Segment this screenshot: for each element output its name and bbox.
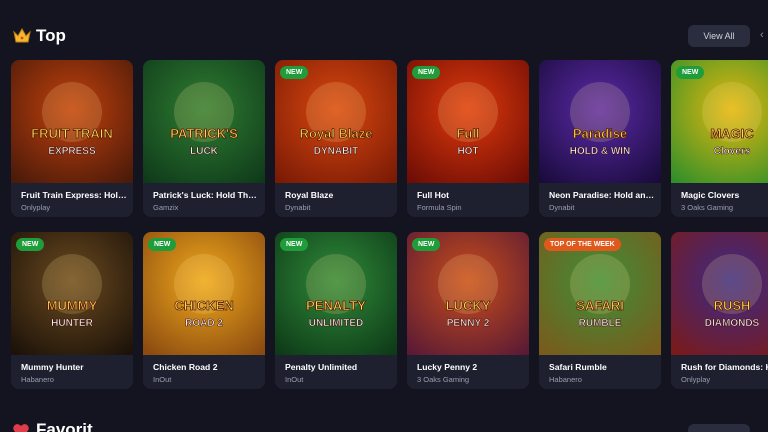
game-art-title: MAGIC: [710, 126, 754, 141]
game-card[interactable]: PENALTY UNLIMITED NEW Penalty Unlimited InOu…: [275, 232, 397, 389]
game-card[interactable]: MUMMY HUNTER NEW Mummy Hunter Habanero: [11, 232, 133, 389]
game-provider: InOut: [153, 375, 172, 384]
game-card[interactable]: LUCKY PENNY 2 NEW Lucky Penny 2 3 Oaks Gamin…: [407, 232, 529, 389]
game-card[interactable]: Full HOT NEW Full Hot Formula Spin: [407, 60, 529, 217]
new-badge: NEW: [676, 66, 705, 79]
game-name: Magic Clovers: [681, 190, 740, 200]
game-art-subtitle: ROAD 2: [185, 318, 223, 329]
game-provider: Onlyplay: [681, 375, 711, 384]
game-card[interactable]: CHICKEN ROAD 2 NEW Chicken Road 2 InOut: [143, 232, 265, 389]
game-card[interactable]: Royal Blaze DYNABIT NEW Royal Blaze Dynabit: [275, 60, 397, 217]
game-art-subtitle: DYNABIT: [314, 146, 358, 157]
game-thumbnail[interactable]: RUSH DIAMONDS: [671, 232, 768, 355]
game-provider: Onlyplay: [21, 203, 51, 212]
game-provider: Gamzix: [153, 203, 179, 212]
favorites-header: Favorit: [12, 420, 93, 432]
game-art-title: Paradise: [573, 126, 627, 141]
game-art-title: MUMMY: [47, 298, 98, 313]
game-art-subtitle: HUNTER: [51, 318, 93, 329]
game-art-subtitle: Clovers: [714, 146, 751, 157]
new-badge: NEW: [148, 238, 177, 251]
new-badge: NEW: [412, 66, 441, 79]
game-art-title: Full: [456, 126, 479, 141]
game-provider: Habanero: [21, 375, 54, 384]
new-badge: NEW: [280, 66, 309, 79]
game-card[interactable]: Paradise HOLD & WIN Neon Paradise: Hold an…: [539, 60, 661, 217]
game-art-subtitle: RUMBLE: [579, 318, 622, 329]
game-art-title: CHICKEN: [174, 298, 233, 313]
game-name: Penalty Unlimited: [285, 362, 358, 372]
game-card[interactable]: PATRICK'S LUCK Patrick's Luck: Hold Th… Gam…: [143, 60, 265, 217]
game-provider: 3 Oaks Gaming: [681, 203, 734, 212]
game-provider: Dynabit: [285, 203, 311, 212]
game-thumbnail[interactable]: Paradise HOLD & WIN: [539, 60, 661, 183]
section-header: Top: [12, 24, 66, 48]
game-provider: 3 Oaks Gaming: [417, 375, 470, 384]
games-row-1: FRUIT TRAIN EXPRESS Fruit Train Express: H…: [11, 60, 768, 217]
game-name: Lucky Penny 2: [417, 362, 478, 372]
game-card[interactable]: MAGIC Clovers NEW Magic Clovers 3 Oaks Gamin…: [671, 60, 768, 217]
game-card[interactable]: FRUIT TRAIN EXPRESS Fruit Train Express: H…: [11, 60, 133, 217]
view-all-button[interactable]: View All: [688, 25, 750, 47]
favorites-view-all-button[interactable]: [688, 424, 750, 432]
top-of-week-badge: TOP OF THE WEEK: [544, 238, 621, 251]
crown-icon: [13, 27, 31, 43]
new-badge: NEW: [412, 238, 441, 251]
game-art-title: Royal Blaze: [300, 126, 373, 141]
new-badge: NEW: [16, 238, 45, 251]
game-art-subtitle: HOLD & WIN: [570, 146, 631, 157]
games-row-2: MUMMY HUNTER NEW Mummy Hunter Habanero CHICKE…: [11, 232, 768, 389]
game-name: Rush for Diamonds: H…: [681, 362, 768, 372]
game-card[interactable]: SAFARI RUMBLE TOP OF THE WEEK Safari Rumble…: [539, 232, 661, 389]
game-art-subtitle: HOT: [457, 146, 478, 157]
chevron-left-icon[interactable]: ‹: [760, 29, 764, 41]
game-thumbnail[interactable]: PATRICK'S LUCK: [143, 60, 265, 183]
game-name: Chicken Road 2: [153, 362, 218, 372]
game-art-subtitle: PENNY 2: [447, 318, 490, 329]
game-provider: Habanero: [549, 375, 582, 384]
game-art-title: RUSH: [714, 298, 751, 313]
game-art-title: PENALTY: [306, 298, 366, 313]
section-title: Top: [36, 26, 66, 45]
game-name: Neon Paradise: Hold an…: [549, 190, 655, 200]
favorites-title: Favorit: [36, 420, 93, 432]
game-name: Royal Blaze: [285, 190, 334, 200]
heart-icon: [13, 424, 29, 432]
game-art-title: SAFARI: [576, 298, 624, 313]
game-art-title: LUCKY: [446, 298, 491, 313]
game-art-subtitle: DIAMONDS: [705, 318, 760, 329]
game-name: Fruit Train Express: Hol…: [21, 190, 127, 200]
game-provider: Dynabit: [549, 203, 575, 212]
game-card[interactable]: RUSH DIAMONDS Rush for Diamonds: H… Onlypla…: [671, 232, 768, 389]
game-art-title: PATRICK'S: [170, 126, 238, 141]
game-art-title: FRUIT TRAIN: [31, 126, 113, 141]
new-badge: NEW: [280, 238, 309, 251]
game-art-subtitle: UNLIMITED: [309, 318, 363, 329]
game-name: Patrick's Luck: Hold Th…: [153, 190, 257, 200]
game-name: Safari Rumble: [549, 362, 607, 372]
game-name: Mummy Hunter: [21, 362, 84, 372]
game-name: Full Hot: [417, 190, 449, 200]
game-provider: Formula Spin: [417, 203, 462, 212]
game-provider: InOut: [285, 375, 304, 384]
game-art-subtitle: LUCK: [190, 146, 219, 157]
game-thumbnail[interactable]: FRUIT TRAIN EXPRESS: [11, 60, 133, 183]
game-art-subtitle: EXPRESS: [48, 146, 96, 157]
